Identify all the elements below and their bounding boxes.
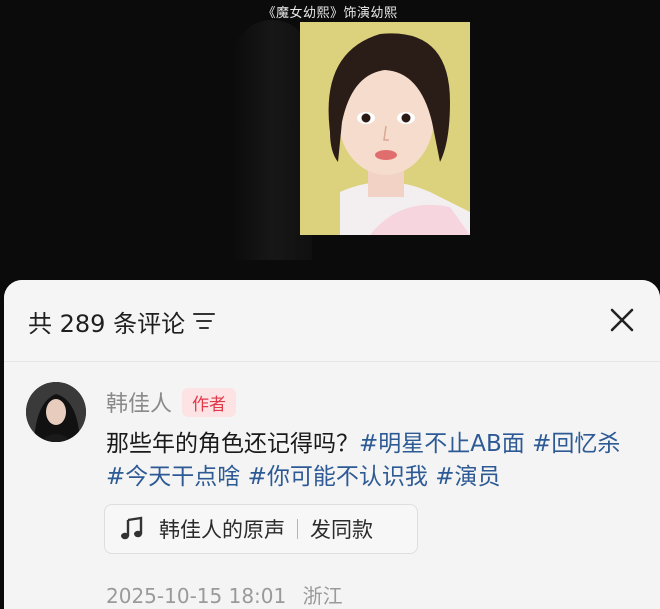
avatar-image	[26, 382, 86, 442]
close-icon[interactable]	[608, 306, 636, 334]
comment-text: 那些年的角色还记得吗？#明星不止AB面 #回忆杀 #今天干点啥 #你可能不认识我…	[106, 428, 646, 494]
original-sound-chip[interactable]: 韩佳人的原声 发同款	[104, 504, 418, 554]
chip-divider	[297, 519, 298, 539]
video-caption: 《魔女幼熙》饰演幼熙	[262, 6, 398, 21]
filter-icon[interactable]	[192, 310, 216, 332]
avatar[interactable]	[26, 382, 86, 442]
author-name[interactable]: 韩佳人	[106, 386, 172, 418]
hashtag[interactable]: #明星不止AB面	[359, 431, 525, 457]
sound-title[interactable]: 韩佳人的原声	[159, 514, 285, 544]
comment-body: 那些年的角色还记得吗？	[106, 431, 359, 457]
comment-count: 共 289 条评论	[28, 310, 186, 338]
video-frame	[300, 22, 470, 235]
author-row: 韩佳人 作者	[106, 384, 237, 420]
video-player[interactable]: 《魔女幼熙》饰演幼熙	[0, 0, 660, 282]
comment-meta: 2025-10-15 18:01 浙江	[106, 580, 343, 609]
use-sound-button[interactable]: 发同款	[310, 514, 373, 544]
hashtag[interactable]: #回忆杀	[532, 431, 620, 457]
comments-sheet: 共 289 条评论 韩佳人 作者 那些年的角色还记得吗？#明星不止AB面 #回忆…	[4, 280, 660, 609]
comment-timestamp: 2025-10-15 18:01	[106, 584, 287, 608]
comment-item: 韩佳人 作者 那些年的角色还记得吗？#明星不止AB面 #回忆杀 #今天干点啥 #…	[4, 362, 660, 609]
hashtag[interactable]: #你可能不认识我	[248, 464, 428, 490]
author-badge: 作者	[182, 387, 237, 417]
hashtag[interactable]: #今天干点啥	[106, 464, 240, 490]
comments-header: 共 289 条评论	[4, 280, 660, 362]
comment-location: 浙江	[302, 584, 343, 608]
hashtag[interactable]: #演员	[435, 464, 500, 490]
video-frame-illustration	[300, 22, 470, 235]
music-note-icon	[121, 516, 143, 540]
